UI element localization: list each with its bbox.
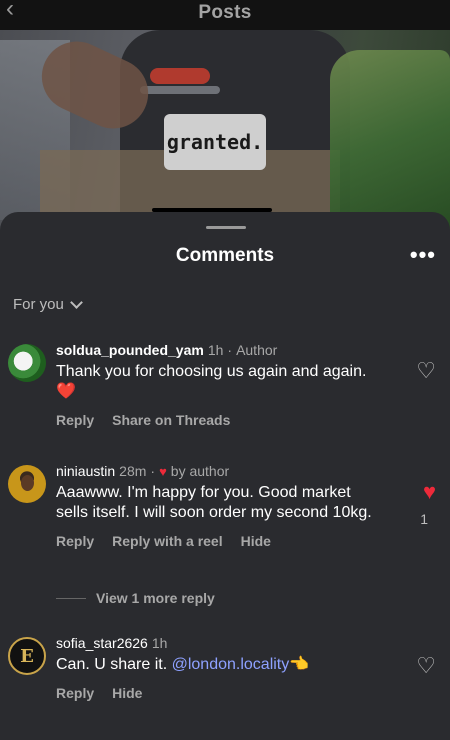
chevron-left-icon[interactable]: ‹ bbox=[6, 0, 28, 22]
meta-separator: · bbox=[227, 342, 233, 358]
reply-with-reel-button[interactable]: Reply with a reel bbox=[112, 533, 222, 549]
comment-text: Aaawww. I'm happy for you. Good market s… bbox=[56, 484, 372, 521]
comment-body: niniaustin 28m · ♥ by author Aaawww. I'm… bbox=[56, 463, 396, 549]
mention-link[interactable]: @london.locality bbox=[172, 656, 290, 673]
liked-by-author-label: by author bbox=[170, 463, 230, 479]
heart-outline-icon[interactable]: ♡ bbox=[416, 358, 436, 384]
comment-meta: soldua_pounded_yam 1h · Author bbox=[56, 342, 396, 358]
comment-text: Thank you for choosing us again and agai… bbox=[56, 362, 396, 402]
page-title: Posts bbox=[198, 2, 252, 23]
meta-separator: · bbox=[150, 463, 156, 479]
top-bar: ‹ Posts bbox=[0, 0, 450, 30]
reply-button[interactable]: Reply bbox=[56, 412, 94, 428]
share-on-threads-button[interactable]: Share on Threads bbox=[112, 412, 230, 428]
sort-label: For you bbox=[13, 296, 64, 313]
shirt-logo bbox=[150, 68, 210, 84]
sort-dropdown[interactable]: For you bbox=[13, 296, 83, 313]
pointing-hand-emoji: 👈 bbox=[289, 656, 310, 673]
hide-button[interactable]: Hide bbox=[112, 685, 142, 701]
comment-body: sofia_star2626 1h Can. U share it. @lond… bbox=[56, 635, 396, 701]
hide-button[interactable]: Hide bbox=[241, 533, 271, 549]
ellipsis-icon[interactable]: ••• bbox=[410, 242, 436, 268]
comment-meta: niniaustin 28m · ♥ by author bbox=[56, 463, 396, 479]
avatar-face bbox=[21, 475, 34, 491]
like-count: 1 bbox=[420, 511, 428, 527]
comment-time: 28m bbox=[119, 463, 147, 479]
avatar[interactable] bbox=[8, 344, 46, 382]
avatar[interactable]: E bbox=[8, 637, 46, 675]
comment-actions: Reply Hide bbox=[56, 685, 396, 701]
heart-outline-icon[interactable]: ♡ bbox=[416, 653, 436, 679]
liked-by-author-heart-icon: ♥ bbox=[159, 463, 167, 479]
video-progress-handle[interactable] bbox=[152, 208, 272, 212]
shirt-logo-text bbox=[140, 86, 220, 94]
comment-text-content: Can. U share it. bbox=[56, 656, 168, 673]
comment-actions: Reply Share on Threads bbox=[56, 412, 396, 428]
reply-button[interactable]: Reply bbox=[56, 685, 94, 701]
comment-username[interactable]: soldua_pounded_yam bbox=[56, 342, 204, 358]
comment-meta: sofia_star2626 1h bbox=[56, 635, 396, 651]
comments-sheet: Comments ••• For you soldua_pounded_yam … bbox=[0, 212, 450, 740]
view-more-replies-label: View 1 more reply bbox=[96, 590, 215, 606]
video-overlay-text: granted. bbox=[164, 114, 266, 170]
comment-actions: Reply Reply with a reel Hide bbox=[56, 533, 396, 549]
comment-username[interactable]: niniaustin bbox=[56, 463, 115, 479]
reply-thread-line bbox=[56, 597, 86, 599]
comment-time: 1h bbox=[151, 635, 168, 651]
post-video-preview[interactable]: granted. bbox=[0, 30, 450, 230]
sheet-grabber[interactable] bbox=[206, 226, 246, 229]
comment-text: Can. U share it. @london.locality👈 bbox=[56, 655, 396, 675]
comment-username[interactable]: sofia_star2626 bbox=[56, 635, 148, 651]
comments-title: Comments bbox=[175, 245, 275, 266]
comment-text-content: Thank you for choosing us again and agai… bbox=[56, 363, 367, 380]
green-bag bbox=[330, 50, 450, 230]
heart-emoji: ❤️ bbox=[56, 383, 76, 400]
reply-button[interactable]: Reply bbox=[56, 533, 94, 549]
chevron-down-icon bbox=[69, 296, 83, 309]
avatar[interactable] bbox=[8, 465, 46, 503]
comment-time: 1h bbox=[207, 342, 224, 358]
heart-filled-icon[interactable]: ♥ bbox=[423, 479, 436, 505]
author-badge: Author bbox=[236, 342, 278, 358]
view-more-replies[interactable]: View 1 more reply bbox=[56, 590, 215, 606]
comment-body: soldua_pounded_yam 1h · Author Thank you… bbox=[56, 342, 396, 428]
